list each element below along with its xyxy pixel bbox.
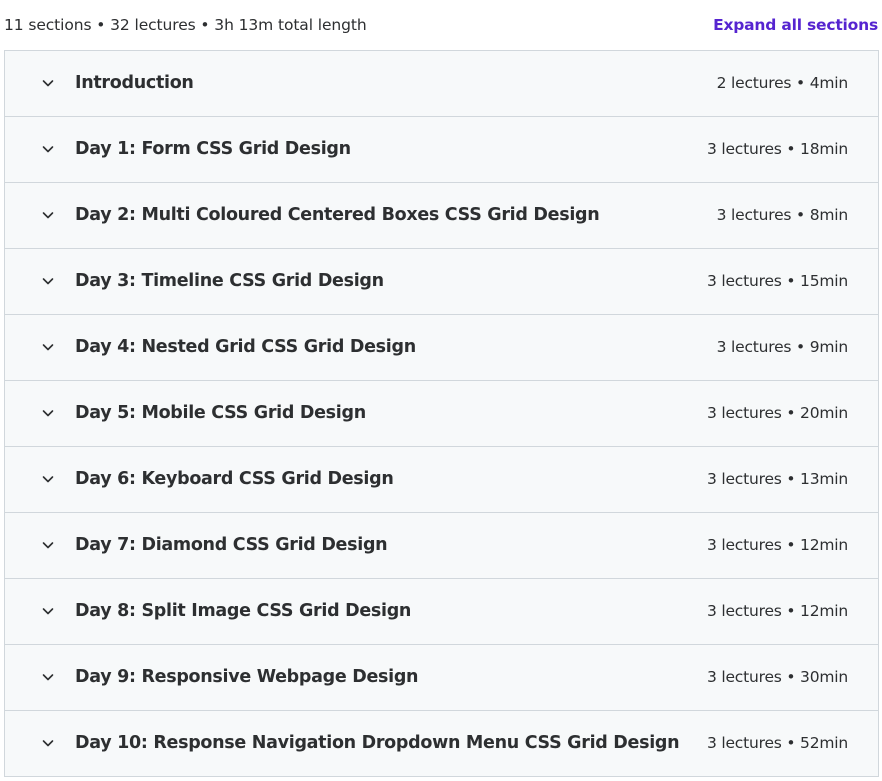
section-row-0[interactable]: Introduction 2 lectures • 4min xyxy=(5,51,878,117)
section-meta: 3 lectures • 13min xyxy=(706,470,848,488)
chevron-down-icon[interactable] xyxy=(40,339,56,355)
section-row-3[interactable]: Day 3: Timeline CSS Grid Design 3 lectur… xyxy=(5,249,878,315)
section-list: Introduction 2 lectures • 4min Day 1: Fo… xyxy=(4,50,879,777)
section-row-8[interactable]: Day 8: Split Image CSS Grid Design 3 lec… xyxy=(5,579,878,645)
section-title: Day 2: Multi Coloured Centered Boxes CSS… xyxy=(75,205,600,225)
section-title: Introduction xyxy=(75,73,194,93)
section-title: Day 4: Nested Grid CSS Grid Design xyxy=(75,337,416,357)
curriculum-summary: 11 sections • 32 lectures • 3h 13m total… xyxy=(4,16,367,34)
chevron-down-icon[interactable] xyxy=(40,273,56,289)
section-row-6[interactable]: Day 6: Keyboard CSS Grid Design 3 lectur… xyxy=(5,447,878,513)
section-row-1[interactable]: Day 1: Form CSS Grid Design 3 lectures •… xyxy=(5,117,878,183)
section-row-10[interactable]: Day 10: Response Navigation Dropdown Men… xyxy=(5,711,878,776)
section-meta: 3 lectures • 52min xyxy=(706,734,848,752)
section-title: Day 8: Split Image CSS Grid Design xyxy=(75,601,412,621)
section-row-2[interactable]: Day 2: Multi Coloured Centered Boxes CSS… xyxy=(5,183,878,249)
chevron-down-icon[interactable] xyxy=(40,669,56,685)
expand-all-sections-button[interactable]: Expand all sections xyxy=(713,15,878,35)
section-title: Day 6: Keyboard CSS Grid Design xyxy=(75,469,394,489)
section-meta: 3 lectures • 18min xyxy=(706,140,848,158)
curriculum-summary-bar: 11 sections • 32 lectures • 3h 13m total… xyxy=(0,0,882,50)
chevron-down-icon[interactable] xyxy=(40,405,56,421)
chevron-down-icon[interactable] xyxy=(40,471,56,487)
section-title: Day 3: Timeline CSS Grid Design xyxy=(75,271,384,291)
section-meta: 3 lectures • 15min xyxy=(706,272,848,290)
section-meta: 3 lectures • 12min xyxy=(706,536,848,554)
section-row-4[interactable]: Day 4: Nested Grid CSS Grid Design 3 lec… xyxy=(5,315,878,381)
section-row-5[interactable]: Day 5: Mobile CSS Grid Design 3 lectures… xyxy=(5,381,878,447)
chevron-down-icon[interactable] xyxy=(40,75,56,91)
section-title: Day 9: Responsive Webpage Design xyxy=(75,667,419,687)
section-meta: 2 lectures • 4min xyxy=(716,74,849,92)
section-meta: 3 lectures • 12min xyxy=(706,602,848,620)
section-meta: 3 lectures • 8min xyxy=(716,206,849,224)
section-meta: 3 lectures • 9min xyxy=(716,338,849,356)
chevron-down-icon[interactable] xyxy=(40,603,56,619)
section-title: Day 7: Diamond CSS Grid Design xyxy=(75,535,388,555)
section-title: Day 10: Response Navigation Dropdown Men… xyxy=(75,733,680,753)
section-title: Day 5: Mobile CSS Grid Design xyxy=(75,403,366,423)
chevron-down-icon[interactable] xyxy=(40,141,56,157)
section-row-7[interactable]: Day 7: Diamond CSS Grid Design 3 lecture… xyxy=(5,513,878,579)
chevron-down-icon[interactable] xyxy=(40,735,56,751)
course-curriculum: 11 sections • 32 lectures • 3h 13m total… xyxy=(0,0,882,781)
section-meta: 3 lectures • 30min xyxy=(706,668,848,686)
chevron-down-icon[interactable] xyxy=(40,207,56,223)
chevron-down-icon[interactable] xyxy=(40,537,56,553)
section-row-9[interactable]: Day 9: Responsive Webpage Design 3 lectu… xyxy=(5,645,878,711)
section-title: Day 1: Form CSS Grid Design xyxy=(75,139,351,159)
section-meta: 3 lectures • 20min xyxy=(706,404,848,422)
